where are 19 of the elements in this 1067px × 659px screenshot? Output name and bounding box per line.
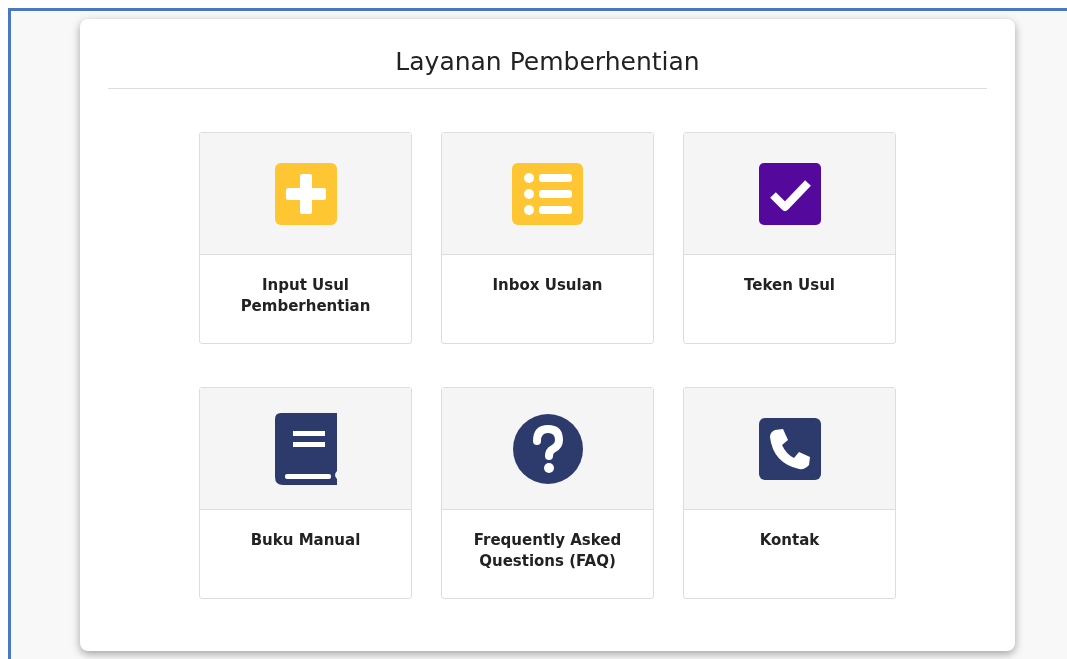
tile-label: Teken Usul (743, 275, 836, 296)
plus-icon (274, 162, 337, 225)
book-icon (274, 412, 337, 485)
phone-icon (758, 417, 821, 480)
menu-tile[interactable]: Teken Usul (683, 132, 896, 344)
list-icon (512, 162, 583, 225)
tile-label: Buku Manual (249, 530, 362, 551)
menu-tile[interactable]: Input Usul Pemberhentian (199, 132, 412, 344)
checkmark-icon (758, 162, 821, 225)
menu-tile[interactable]: Inbox Usulan (441, 132, 654, 344)
menu-tile[interactable]: Buku Manual (199, 387, 412, 599)
menu-tile[interactable]: Frequently Asked Questions (FAQ) (441, 387, 654, 599)
tile-label: Frequently Asked Questions (FAQ) (472, 530, 623, 572)
page-title: Layanan Pemberhentian (108, 47, 987, 89)
menu-tile[interactable]: Kontak (683, 387, 896, 599)
tile-label: Input Usul Pemberhentian (239, 275, 372, 317)
question-icon (512, 413, 583, 484)
tile-label: Kontak (758, 530, 821, 551)
tile-label: Inbox Usulan (491, 275, 604, 296)
